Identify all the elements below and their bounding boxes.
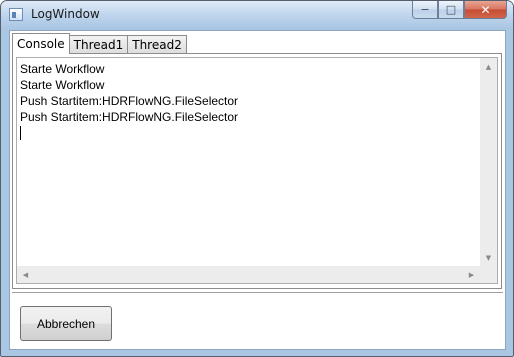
tab-strip: Console Thread1 Thread2	[12, 33, 187, 54]
minimize-button[interactable]: −	[412, 1, 438, 19]
console-line: Push Startitem:HDRFlowNG.FileSelector	[20, 94, 239, 108]
tab-console[interactable]: Console	[12, 33, 70, 54]
tab-thread2[interactable]: Thread2	[127, 35, 187, 54]
scroll-right-arrow-icon[interactable]: ▶	[463, 266, 480, 283]
tab-thread1[interactable]: Thread1	[68, 35, 129, 54]
scroll-left-arrow-icon[interactable]: ◀	[17, 266, 34, 283]
window-client-area: Console Thread1 Thread2 Starte Workflow …	[9, 30, 506, 350]
minimize-icon: −	[420, 3, 430, 16]
scrollbar-corner	[480, 266, 497, 283]
console-line: Push Startitem:HDRFlowNG.FileSelector	[20, 110, 239, 124]
caption-buttons: − □ ✕	[412, 1, 507, 20]
maximize-button[interactable]: □	[438, 1, 464, 19]
window-title: LogWindow	[31, 7, 100, 21]
title-bar[interactable]: LogWindow − □ ✕	[1, 1, 513, 29]
close-icon: ✕	[480, 2, 491, 17]
horizontal-scrollbar[interactable]: ◀ ▶	[17, 266, 480, 283]
console-line: Starte Workflow	[20, 78, 105, 92]
text-caret	[20, 126, 21, 140]
console-tab-panel: Starte Workflow Starte Workflow Push Sta…	[12, 53, 502, 289]
console-output-textbox[interactable]: Starte Workflow Starte Workflow Push Sta…	[16, 57, 498, 284]
console-line: Starte Workflow	[20, 62, 105, 76]
maximize-icon: □	[445, 3, 457, 16]
vertical-scrollbar[interactable]: ▲ ▼	[480, 58, 497, 266]
scroll-up-arrow-icon[interactable]: ▲	[480, 58, 497, 75]
log-window: LogWindow − □ ✕ Console Thread1 Thread2 …	[0, 0, 514, 357]
divider	[12, 292, 503, 293]
window-app-icon	[9, 8, 23, 21]
close-button[interactable]: ✕	[464, 1, 507, 19]
cancel-button[interactable]: Abbrechen	[20, 306, 112, 341]
console-text: Starte Workflow Starte Workflow Push Sta…	[20, 61, 480, 140]
scroll-down-arrow-icon[interactable]: ▼	[480, 249, 497, 266]
